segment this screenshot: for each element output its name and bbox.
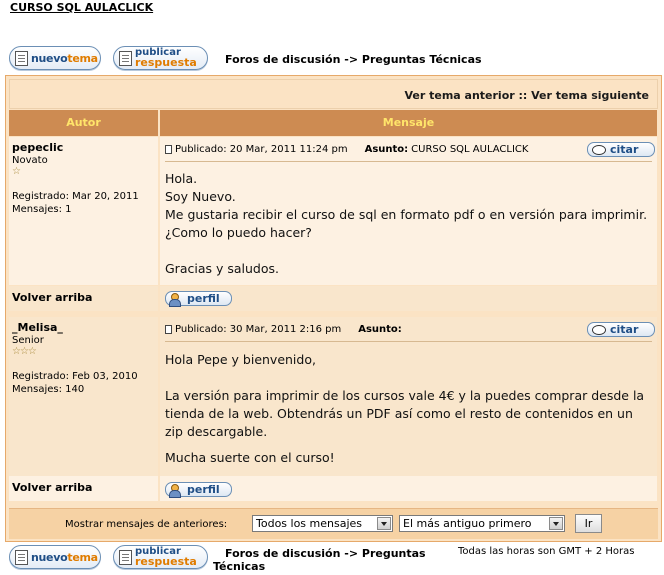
post-author-rank: Novato: [12, 155, 48, 166]
new-topic-label: nuevotema: [31, 550, 98, 564]
post-body: Hola Pepe y bienvenido, La versión para …: [165, 351, 644, 467]
new-topic-button[interactable]: nuevotema: [9, 545, 101, 569]
post-header: Publicado: 30 Mar, 2011 2:16 pm Asunto:: [165, 324, 405, 335]
post-line: Gracias y saludos.: [165, 261, 279, 276]
post-1-message-cell: Publicado: 20 Mar, 2011 11:24 pm Asunto:…: [160, 137, 657, 285]
quote-button[interactable]: citar: [587, 142, 655, 157]
breadcrumb-arrow: ->: [344, 53, 359, 66]
new-topic-button[interactable]: nuevotema: [9, 46, 101, 70]
post-1-footer-left: Volver arriba: [9, 286, 158, 311]
post-subject: CURSO SQL AULACLICK: [411, 144, 529, 155]
post-2-message-cell: Publicado: 30 Mar, 2011 2:16 pm Asunto: …: [160, 317, 657, 480]
user-icon: [169, 292, 181, 307]
post-line: La versión para imprimir de los cursos v…: [165, 388, 645, 403]
post-reply-label: publicar respuesta: [135, 546, 197, 568]
post-line: zip descargable.: [165, 424, 268, 439]
breadcrumb-section[interactable]: Preguntas Técnicas: [362, 53, 482, 66]
post-date: Publicado: 20 Mar, 2011 11:24 pm: [175, 144, 348, 155]
post-author-stats: Registrado: Mar 20, 2011 Mensajes: 1: [12, 190, 139, 216]
quote-icon: [592, 324, 606, 335]
breadcrumb-arrow: ->: [344, 547, 359, 560]
document-icon: [15, 50, 28, 66]
post-2-footer-right: perfil: [160, 476, 657, 501]
subject-label: Asunto:: [358, 324, 402, 335]
post-author-name: _Melisa_: [12, 321, 63, 334]
order-value: El más antiguo primero: [403, 517, 532, 530]
post-icon: [165, 325, 172, 334]
post-reply-label: publicar respuesta: [135, 47, 197, 69]
quote-label: citar: [610, 323, 639, 336]
post-divider: [165, 341, 652, 342]
rank-stars-icon: ☆: [12, 166, 21, 177]
topic-nav-row: Ver tema anterior :: Ver tema siguiente: [9, 79, 658, 109]
subject-label: Asunto:: [364, 144, 409, 155]
post-date: Publicado: 30 Mar, 2011 2:16 pm: [175, 324, 342, 335]
column-header-author: Autor: [9, 110, 158, 136]
post-2-author-cell: _Melisa_ Senior ☆☆☆ Registrado: Feb 03, …: [9, 317, 158, 480]
post-line: Soy Nuevo.: [165, 189, 236, 204]
post-author-name: pepeclic: [12, 141, 64, 154]
post-body: Hola. Soy Nuevo. Me gustaria recibir el …: [165, 170, 647, 278]
post-line: [165, 242, 647, 260]
back-to-top-link[interactable]: Volver arriba: [12, 481, 92, 494]
document-icon: [119, 50, 132, 66]
post-line: Mucha suerte con el curso!: [165, 450, 335, 465]
profile-button[interactable]: perfil: [165, 482, 232, 498]
post-header: Publicado: 20 Mar, 2011 11:24 pm Asunto:…: [165, 144, 528, 155]
profile-label: perfil: [187, 483, 220, 496]
display-options-bar: Mostrar mensajes de anteriores: Todos lo…: [9, 508, 658, 539]
breadcrumb: Foros de discusión -> Preguntas Técnicas: [225, 53, 482, 66]
topic-nav-links[interactable]: Ver tema anterior :: Ver tema siguiente: [404, 89, 649, 102]
post-line: [165, 369, 644, 387]
post-1-footer-right: perfil: [160, 286, 657, 311]
post-line: Me gustaria recibir el curso de sql en f…: [165, 207, 648, 222]
page-title[interactable]: CURSO SQL AULACLICK: [10, 1, 153, 14]
message-count: Mensajes: 140: [12, 384, 85, 395]
post-1-author-cell: pepeclic Novato ☆ Registrado: Mar 20, 20…: [9, 137, 158, 285]
post-line: Hola.: [165, 171, 198, 186]
forum-topic-table: Ver tema anterior :: Ver tema siguiente …: [5, 75, 662, 542]
timezone-note: Todas las horas son GMT + 2 Horas: [458, 546, 635, 557]
registered-date: Registrado: Mar 20, 2011: [12, 191, 139, 202]
post-line: [165, 441, 644, 449]
post-line: Hola Pepe y bienvenido,: [165, 352, 316, 367]
quote-button[interactable]: citar: [587, 322, 655, 337]
column-header-message: Mensaje: [160, 110, 657, 136]
messages-filter-value: Todos los mensajes: [256, 517, 363, 530]
post-reply-button[interactable]: publicar respuesta: [113, 545, 208, 569]
post-line: tienda de la web. Obtendrás un PDF así c…: [165, 406, 633, 421]
back-to-top-link[interactable]: Volver arriba: [12, 291, 92, 304]
user-icon: [169, 483, 181, 498]
post-author-rank: Senior: [12, 335, 44, 346]
chevron-down-icon[interactable]: [549, 517, 563, 530]
chevron-down-icon[interactable]: [377, 517, 391, 530]
post-author-stats: Registrado: Feb 03, 2010 Mensajes: 140: [12, 370, 138, 396]
messages-filter-select[interactable]: Todos los mensajes: [252, 515, 393, 532]
breadcrumb-forum-index[interactable]: Foros de discusión: [213, 547, 340, 560]
registered-date: Registrado: Feb 03, 2010: [12, 371, 138, 382]
profile-button[interactable]: perfil: [165, 291, 232, 307]
quote-label: citar: [610, 143, 639, 156]
message-count: Mensajes: 1: [12, 204, 72, 215]
document-icon: [15, 549, 28, 565]
breadcrumb: Foros de discusión -> Preguntas Técnicas: [213, 547, 451, 573]
post-divider: [165, 161, 652, 162]
post-reply-button[interactable]: publicar respuesta: [113, 46, 208, 70]
show-messages-label: Mostrar mensajes de anteriores:: [65, 519, 228, 530]
breadcrumb-forum-index[interactable]: Foros de discusión: [225, 53, 340, 66]
quote-icon: [592, 144, 606, 155]
post-line: ¿Como lo puedo hacer?: [165, 225, 312, 240]
go-button[interactable]: Ir: [575, 514, 602, 533]
document-icon: [119, 549, 132, 565]
profile-label: perfil: [187, 292, 220, 305]
post-2-footer-left: Volver arriba: [9, 476, 158, 501]
post-icon: [165, 145, 172, 154]
new-topic-label: nuevotema: [31, 51, 98, 65]
order-select[interactable]: El más antiguo primero: [399, 515, 565, 532]
rank-stars-icon: ☆☆☆: [12, 346, 37, 357]
